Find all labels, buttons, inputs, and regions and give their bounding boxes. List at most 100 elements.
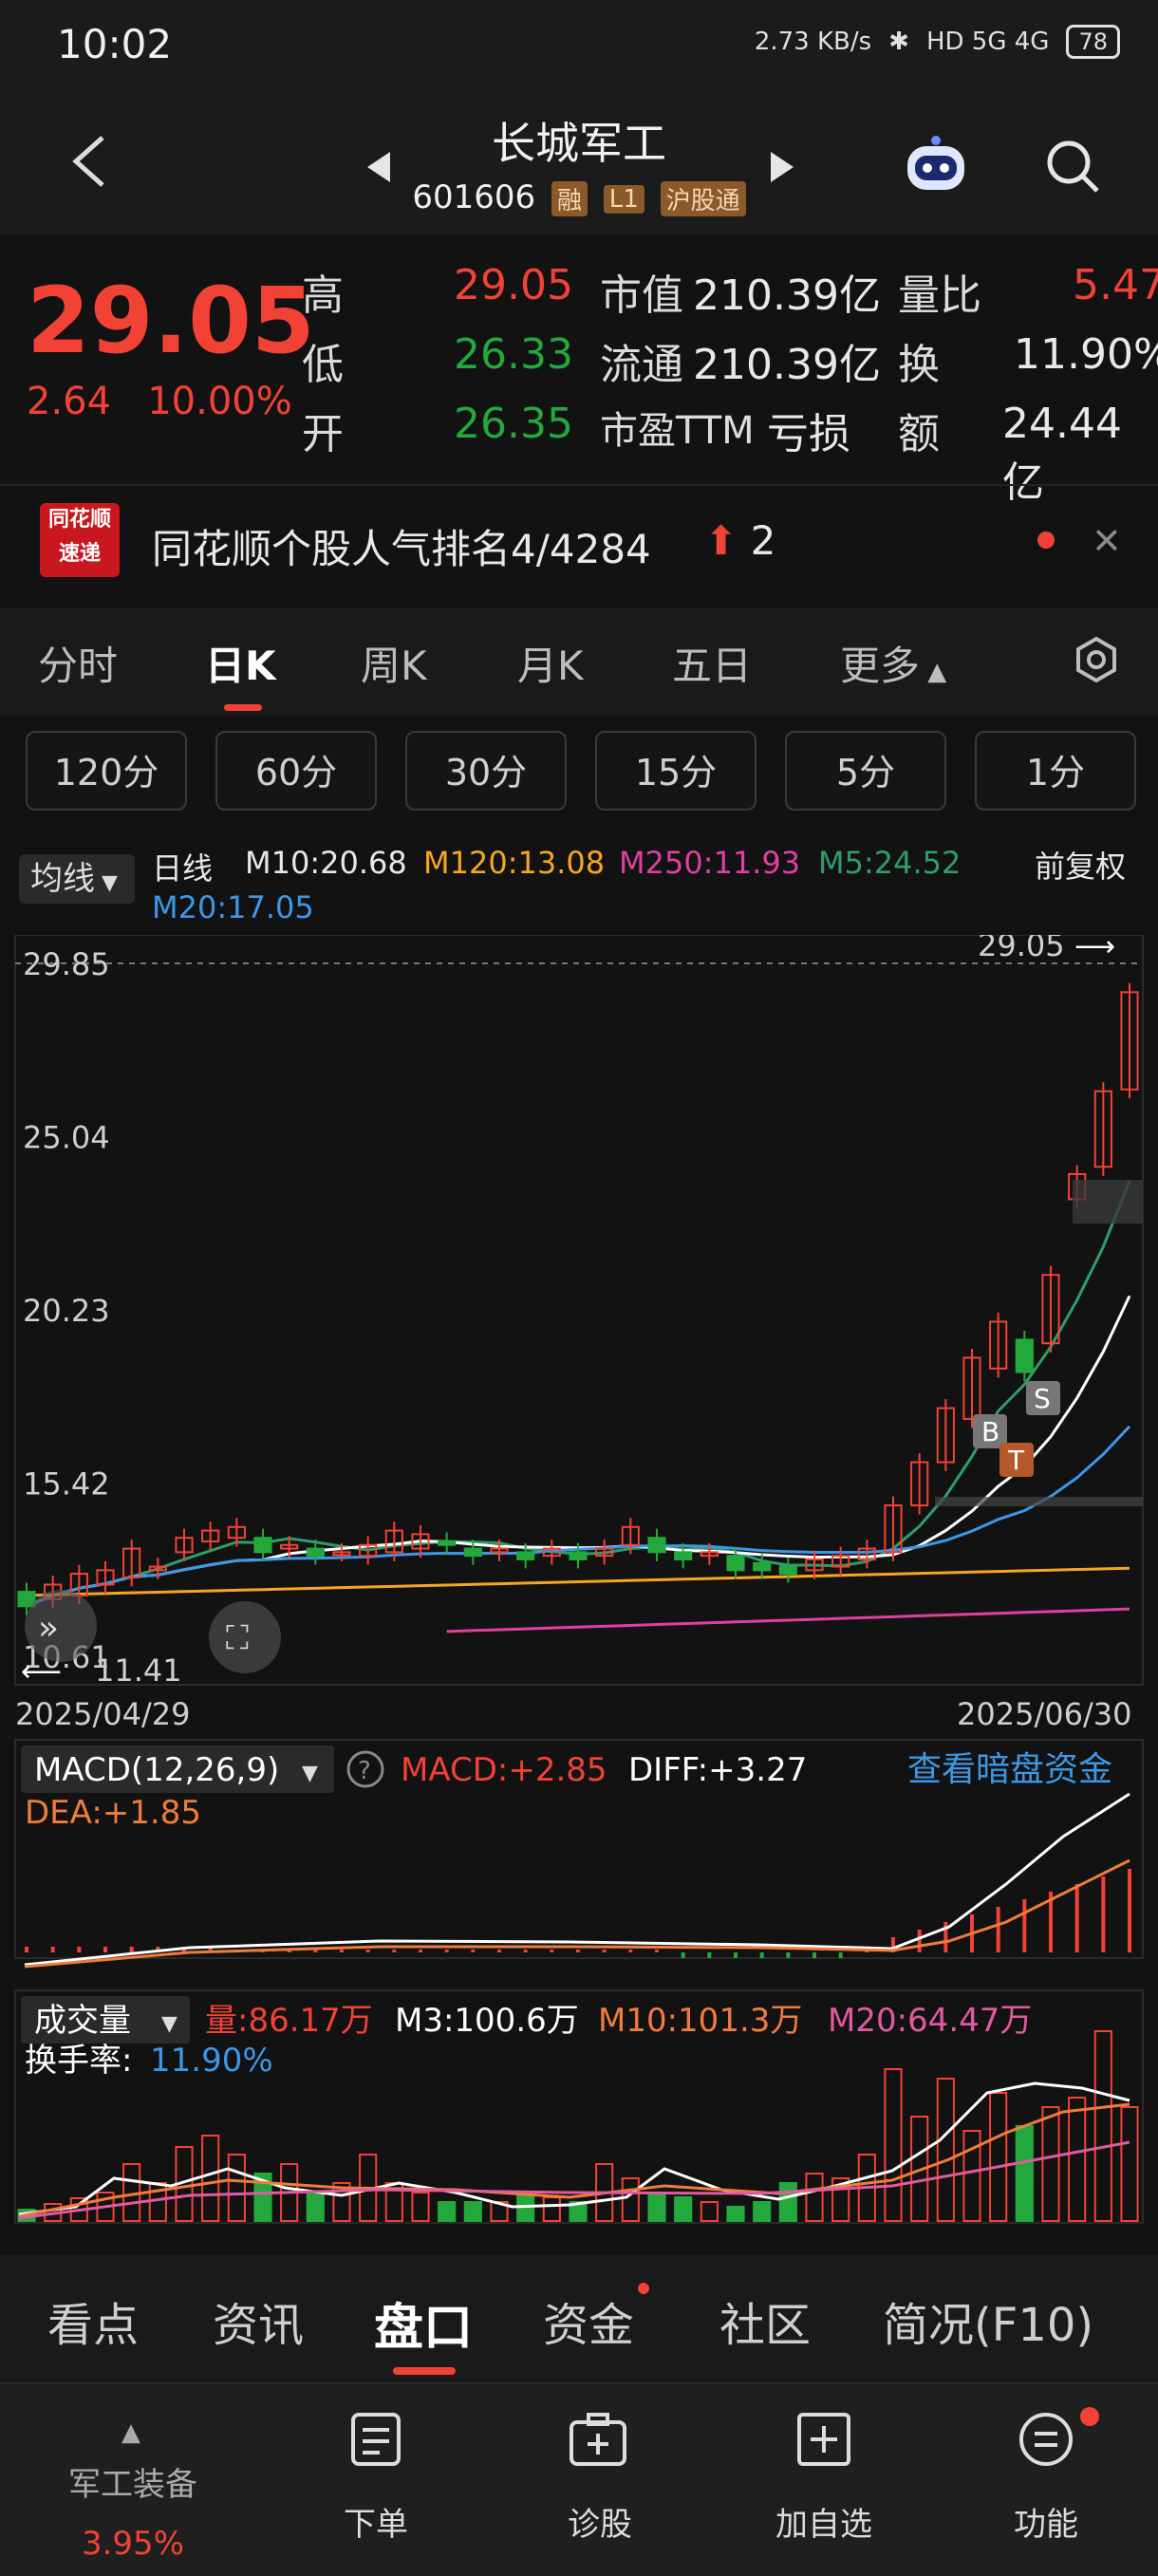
funds-notification-dot — [638, 2283, 649, 2294]
turnover-rate-value: 11.90% — [150, 2042, 273, 2080]
tab-five-day[interactable]: 五日 — [672, 634, 752, 692]
period-60min-button[interactable]: 60分 — [215, 731, 377, 811]
stock-code-line: 601606 融 L1 沪股通 — [0, 178, 1158, 216]
margin-tag: 融 — [551, 181, 588, 216]
candle — [647, 1537, 666, 1554]
volume-bar — [1068, 2097, 1087, 2222]
tab-order-book[interactable]: 盘口 — [374, 2287, 473, 2359]
indicator-select[interactable]: 均线 ▼ — [19, 854, 135, 904]
volume-bar — [753, 2201, 772, 2222]
nav-add-watchlist[interactable]: 加自选 — [729, 2498, 919, 2545]
macd-bar — [77, 1947, 82, 1952]
macd-bar — [25, 1947, 28, 1952]
tab-daily-k[interactable]: 日K — [205, 634, 276, 692]
macd-bar — [340, 1950, 344, 1952]
macd-bar — [1074, 1884, 1079, 1952]
signal-markers: B T S — [973, 1381, 1060, 1477]
tab-intraday[interactable]: 分时 — [38, 634, 118, 692]
tab-news[interactable]: 资讯 — [213, 2287, 304, 2354]
volume-bar — [411, 2192, 430, 2222]
caret-up-icon: ▲ — [121, 2418, 140, 2447]
turnover-value: 11.90% — [1014, 330, 1158, 379]
nav-order[interactable]: 下单 — [281, 2498, 471, 2545]
battery-icon: 78 — [1066, 25, 1120, 59]
volume-bar — [463, 2201, 482, 2222]
status-indicators: 2.73 KB/s ✱ HD 5G 4G 78 — [755, 25, 1120, 59]
tab-weekly-k[interactable]: 周K — [361, 634, 427, 692]
float-value: 210.39亿 — [693, 341, 881, 389]
kline-chart[interactable]: 29.8525.0420.2315.4210.61 B T S 29.05 ⟶ … — [0, 935, 1158, 2264]
period-30min-button[interactable]: 30分 — [405, 731, 567, 811]
order-icon[interactable] — [349, 2411, 402, 2468]
high-label: 高 — [302, 271, 344, 320]
robot-assistant-icon[interactable] — [902, 133, 970, 196]
float-label: 流通 — [600, 341, 683, 389]
volume-bar — [778, 2182, 797, 2222]
volume-bar — [989, 2092, 1008, 2222]
macd-bar — [628, 1950, 633, 1952]
volume-bar — [201, 2135, 220, 2222]
caret-up-icon: ▲ — [920, 658, 947, 686]
bottom-tab-indicator — [393, 2367, 456, 2375]
change-value: 2.64 — [27, 380, 112, 423]
dark-pool-link[interactable]: 查看暗盘资金 — [907, 1750, 1112, 1789]
macd-bar — [392, 1950, 397, 1952]
period-5min-button[interactable]: 5分 — [785, 731, 946, 811]
period-1min-button[interactable]: 1分 — [975, 731, 1136, 811]
period-15min-button[interactable]: 15分 — [595, 731, 756, 811]
macd-bar — [365, 1950, 370, 1952]
add-watchlist-icon[interactable] — [795, 2411, 852, 2468]
candle — [753, 1561, 772, 1572]
settings-icon[interactable] — [1073, 636, 1120, 683]
close-icon[interactable]: ✕ — [1092, 520, 1122, 562]
menu-icon[interactable] — [1018, 2411, 1074, 2468]
status-time: 10:02 — [57, 21, 173, 67]
ma-kind: 日线 — [152, 850, 214, 887]
macd-bar — [1101, 1876, 1106, 1952]
macd-bar — [707, 1952, 712, 1958]
tab-highlights[interactable]: 看点 — [47, 2287, 139, 2354]
macd-bar — [444, 1950, 449, 1952]
nav-diagnose[interactable]: 诊股 — [505, 2498, 695, 2545]
volume-m10: M10:101.3万 — [598, 2002, 802, 2040]
ma120-line — [26, 1566, 1130, 1597]
tab-community[interactable]: 社区 — [719, 2287, 811, 2354]
low-label: 低 — [302, 341, 344, 389]
turnover-rate-label: 换手率: — [25, 2042, 132, 2080]
volume-bar — [621, 2177, 640, 2222]
macd-bar — [471, 1950, 476, 1952]
volume-bar — [700, 2201, 719, 2222]
macd-bar — [523, 1950, 528, 1952]
sector-name[interactable]: 军工装备 — [38, 2458, 228, 2505]
tab-monthly-k[interactable]: 月K — [517, 634, 584, 692]
turnover-label: 换 — [898, 341, 940, 389]
buy-marker-label: B — [981, 1416, 999, 1447]
volume-bar — [962, 2130, 981, 2222]
search-icon[interactable] — [1044, 138, 1101, 195]
macd-bar — [50, 1947, 55, 1952]
change-percent: 10.00% — [147, 380, 292, 423]
tab-more[interactable]: 更多 ▲ — [840, 634, 946, 692]
macd-bar — [996, 1907, 1000, 1952]
scroll-left-icon[interactable] — [25, 1590, 97, 1662]
nav-functions[interactable]: 功能 — [951, 2498, 1141, 2545]
period-120min-button[interactable]: 120分 — [26, 731, 187, 811]
level-tag: L1 — [603, 184, 644, 214]
expand-icon: ⛶ — [226, 1619, 249, 1657]
tab-f10-profile[interactable]: 简况(F10) — [883, 2287, 1093, 2354]
tab-funds[interactable]: 资金 — [543, 2287, 634, 2354]
popularity-rank-text: 同花顺个股人气排名4/4284 — [152, 526, 651, 572]
mcap-value: 210.39亿 — [693, 271, 881, 320]
diagnose-icon[interactable] — [568, 2411, 628, 2468]
volume-bar — [306, 2192, 325, 2222]
volume-bar — [438, 2201, 457, 2222]
macd-bar — [103, 1947, 107, 1952]
stock-code: 601606 — [412, 178, 536, 216]
macd-bar — [917, 1930, 922, 1952]
volume-bar — [1093, 2030, 1112, 2222]
macd-chevron-icon: ▼ — [302, 1762, 318, 1785]
adjust-mode[interactable]: 前复权 — [1035, 843, 1126, 887]
volume-bar — [1015, 2125, 1034, 2222]
candle — [569, 1551, 588, 1560]
volume-bar — [884, 2068, 903, 2222]
